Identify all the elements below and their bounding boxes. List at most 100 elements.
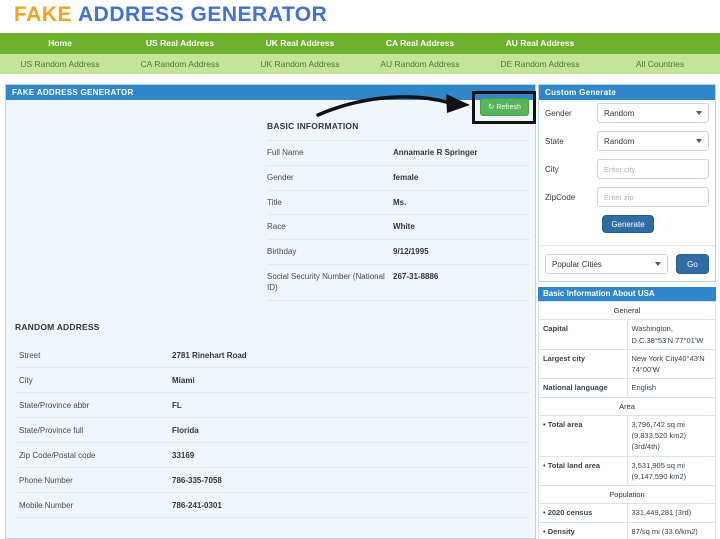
nav-home[interactable]: Home [0,33,120,54]
row-value: 87/sq mi (33.6/km2) (146th) [627,522,716,539]
table-row: City Miami [15,368,530,393]
random-address-title: RANDOM ADDRESS [15,322,530,332]
state-select-value: Random [604,137,634,146]
logo-word-fake: FAKE [14,3,72,26]
custom-generate-panel: Custom Generate Gender Random State Rand… [538,84,716,282]
basic-information-section: BASIC INFORMATION Full Name Annamarie R … [267,121,530,301]
divider [539,245,715,246]
row-value: Florida [172,426,530,435]
row-label: • 2020 census [539,504,628,522]
row-value: New York City40°43'N 74°00'W [627,349,716,379]
table-row: • Density 87/sq mi (33.6/km2) (146th) [539,522,716,539]
row-label: Gender [267,173,393,184]
zipcode-input[interactable] [597,187,709,207]
go-button[interactable]: Go [676,254,709,274]
row-value: 3,796,742 sq mi (9,833,520 km2) (3rd/4th… [627,415,716,456]
row-value: 33169 [172,451,530,460]
gender-select[interactable]: Random [597,103,709,123]
nav-au-random-address[interactable]: AU Random Address [360,54,480,74]
row-label: Birthday [267,247,393,258]
row-label: Phone Number [15,476,172,485]
nav-us-random-address[interactable]: US Random Address [0,54,120,74]
nav-uk-random-address[interactable]: UK Random Address [240,54,360,74]
main-panel: FAKE ADDRESS GENERATOR BASIC INFORMATION… [5,84,536,539]
row-label: Mobile Number [15,501,172,510]
row-label: Race [267,222,393,233]
row-label: • Total land area [539,456,628,486]
row-label: National language [539,379,628,397]
nav-au-real-address[interactable]: AU Real Address [480,33,600,54]
row-label: Full Name [267,148,393,159]
popular-cities-row: Popular Cities Go [545,254,709,274]
refresh-button[interactable]: ↻Refresh [480,98,529,116]
nav-uk-real-address[interactable]: UK Real Address [240,33,360,54]
row-value: 267-31-8886 [393,272,530,294]
table-row: National language English [539,379,716,397]
usa-info-table: General Capital Washington, D.C.38°53'N … [538,301,716,539]
row-label: State/Province full [15,426,172,435]
site-logo: FAKE ADDRESS GENERATOR [14,3,327,27]
chevron-down-icon [696,139,702,143]
chevron-down-icon [696,111,702,115]
row-value: Annamarie R Springer [393,148,530,159]
main-panel-header: FAKE ADDRESS GENERATOR [6,85,535,100]
table-section-row: General [539,302,716,320]
state-label: State [545,137,564,146]
zipcode-label: ZipCode [545,193,575,202]
row-value: 331,449,281 (3rd) [627,504,716,522]
table-row: Largest city New York City40°43'N 74°00'… [539,349,716,379]
zipcode-field-row: ZipCode [545,187,709,207]
row-label: • Density [539,522,628,539]
nav-ca-random-address[interactable]: CA Random Address [120,54,240,74]
table-row: Gender female [267,166,530,191]
custom-generate-body: Gender Random State Random City ZipCode [539,100,715,282]
row-value: Washington, D.C.38°53'N 77°01'W [627,320,716,350]
logo-word-address-generator: ADDRESS GENERATOR [78,3,327,26]
table-row: Race White [267,215,530,240]
nav-all-countries[interactable]: All Countries [600,54,720,74]
section-title: Population [539,486,716,504]
table-row: • Total land area 3,531,905 sq mi (9,147… [539,456,716,486]
table-row: State/Province abbr FL [15,393,530,418]
table-row: Full Name Annamarie R Springer [267,141,530,166]
row-value: English [627,379,716,397]
row-label: Largest city [539,349,628,379]
refresh-button-label: Refresh [496,104,521,111]
row-label: • Total area [539,415,628,456]
row-value: 786-241-0301 [172,501,530,510]
section-title: Area [539,397,716,415]
row-label: Street [15,351,172,360]
row-value: FL [172,401,530,410]
row-value: 786-335-7058 [172,476,530,485]
usa-info-panel: Basic Information About USA General Capi… [538,287,716,539]
table-row: Title Ms. [267,191,530,216]
table-row: State/Province full Florida [15,418,530,443]
popular-cities-value: Popular Cities [552,260,602,269]
city-input[interactable] [597,159,709,179]
city-field-row: City [545,159,709,179]
row-label: Zip Code/Postal code [15,451,172,460]
generate-button[interactable]: Generate [602,215,654,233]
popular-cities-select[interactable]: Popular Cities [545,254,668,274]
table-row: Street 2781 Rinehart Road [15,343,530,368]
state-select[interactable]: Random [597,131,709,151]
primary-nav: Home US Real Address UK Real Address CA … [0,33,720,54]
row-value: 9/12/1995 [393,247,530,258]
row-label: City [15,376,172,385]
row-label: Capital [539,320,628,350]
nav-de-random-address[interactable]: DE Random Address [480,54,600,74]
refresh-icon: ↻ [488,102,494,111]
row-value: female [393,173,530,184]
gender-label: Gender [545,109,572,118]
section-title: General [539,302,716,320]
table-section-row: Population [539,486,716,504]
secondary-nav: US Random Address CA Random Address UK R… [0,54,720,74]
gender-select-value: Random [604,109,634,118]
row-value: White [393,222,530,233]
state-field-row: State Random [545,131,709,151]
row-value: Ms. [393,198,530,209]
nav-us-real-address[interactable]: US Real Address [120,33,240,54]
table-row: Capital Washington, D.C.38°53'N 77°01'W [539,320,716,350]
random-address-section: RANDOM ADDRESS Street 2781 Rinehart Road… [15,322,530,518]
nav-ca-real-address[interactable]: CA Real Address [360,33,480,54]
